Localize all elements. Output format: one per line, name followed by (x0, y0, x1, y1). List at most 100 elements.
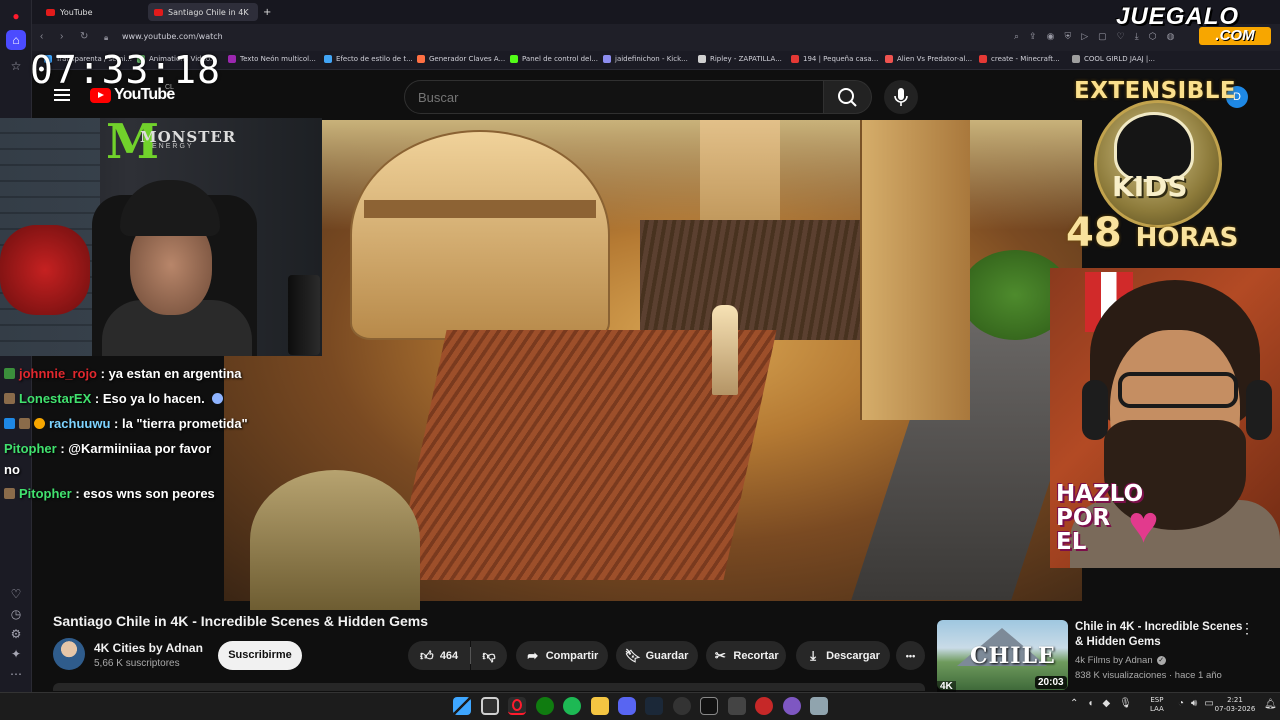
heart-icon: ♥ (1128, 496, 1159, 554)
badge-icon (4, 368, 15, 379)
tray-app-icon[interactable]: ◆ (1102, 698, 1110, 709)
clip-button[interactable]: ✂ Recortar (706, 641, 786, 670)
description-box[interactable] (53, 683, 925, 691)
bookmark-item[interactable]: Alien Vs Predator-al... (885, 55, 972, 63)
webcam-can (288, 275, 320, 355)
profile-icon[interactable]: ◍ (1167, 31, 1175, 43)
save-button[interactable]: 🔖︎ Guardar (616, 641, 698, 670)
discord-icon[interactable] (618, 697, 636, 715)
language-indicator[interactable]: ESP LAA (1150, 696, 1164, 714)
hours-word: HORAS (1135, 223, 1239, 253)
bookmark-item[interactable]: create - Minecraft... (979, 55, 1060, 63)
play-icon[interactable]: ▷ (1081, 31, 1088, 43)
badge-icon (4, 418, 15, 429)
microphone-icon[interactable]: 🎙︎ (1119, 698, 1132, 709)
search-icon[interactable]: ⌕ (1014, 31, 1019, 43)
xbox-icon[interactable] (536, 697, 554, 715)
volume-icon: 🔊︎ (1191, 698, 1198, 709)
chat-text: Eso ya lo hacen. (102, 391, 205, 406)
search-box (404, 80, 824, 114)
star-icon[interactable]: ☆ (6, 56, 26, 76)
chat-text: la "tierra prometida" (121, 416, 248, 431)
tab-bar: YouTube Santiago Chile in 4K + (32, 0, 1280, 24)
tab-santiago[interactable]: Santiago Chile in 4K (148, 3, 258, 21)
tab-youtube[interactable]: YouTube (40, 3, 144, 21)
channel-avatar[interactable] (53, 638, 85, 670)
hours-number: 48 (1066, 210, 1122, 256)
webcam-plush (0, 225, 90, 315)
clock-date[interactable]: 2:21 07-03-2026 (1212, 696, 1258, 714)
badge-icon (34, 418, 45, 429)
url-field[interactable]: www.youtube.com/watch (122, 32, 223, 41)
verified-icon: ✓ (1156, 656, 1166, 665)
task-view-icon[interactable] (481, 697, 499, 715)
bookmark-item[interactable]: Efecto de estilo de t... (324, 55, 413, 63)
more-actions-button[interactable]: ••• (896, 641, 925, 670)
download-icon[interactable]: ⤓ (1135, 31, 1139, 43)
dislike-button[interactable]: 👎︎ (471, 641, 507, 670)
channel-name[interactable]: 4K Cities by Adnan (94, 641, 203, 655)
camera-icon[interactable]: ◉ (1047, 31, 1055, 43)
video-tower (860, 120, 970, 420)
chat-message: Pitopher : esos wns son peores (4, 486, 215, 501)
bookmark-item[interactable]: Generador Claves A... (417, 55, 505, 63)
reload-icon[interactable]: ↻ (80, 31, 88, 42)
history-icon[interactable]: ◷ (6, 604, 26, 624)
minecraft-icon[interactable] (728, 697, 746, 715)
notification-icon[interactable]: 🔔︎ (1264, 699, 1277, 710)
hours-label: 48 HORAS (1066, 210, 1238, 256)
steam-icon[interactable] (645, 697, 663, 715)
app-icon[interactable] (783, 697, 801, 715)
chat-user: rachuuwu (49, 416, 111, 431)
share-icon[interactable]: ⇪ (1029, 31, 1037, 43)
obs-icon[interactable] (673, 697, 691, 715)
heart-icon[interactable]: ♡ (1117, 31, 1125, 43)
like-button[interactable]: 👍︎ 464 (408, 641, 470, 670)
file-explorer-icon[interactable] (591, 697, 609, 715)
bookmark-item[interactable]: 194 | Pequeña casa... (791, 55, 878, 63)
search-input[interactable] (405, 81, 823, 113)
tray-app-icon[interactable]: ◖ (1087, 698, 1093, 709)
forward-icon[interactable]: › (60, 31, 63, 42)
share-button[interactable]: ➦ Compartir (516, 641, 608, 670)
capcut-icon[interactable] (700, 697, 718, 715)
notepad-icon[interactable] (810, 697, 828, 715)
home-icon[interactable]: ⌂ (6, 30, 26, 50)
tray-status[interactable]: ◔ 🔊︎ ▭ (1178, 698, 1214, 709)
box-icon[interactable]: ▢ (1098, 31, 1107, 43)
cube-icon[interactable]: ⬡ (1149, 31, 1157, 43)
avatar-glasses (1118, 372, 1238, 408)
bookmark-item[interactable]: COOL GIRLD JAAJ |... (1072, 55, 1155, 63)
bulb-icon[interactable]: ✦ (6, 644, 26, 664)
heart-icon[interactable]: ♡ (6, 584, 26, 604)
extensible-label: EXTENSIBLE (1074, 78, 1237, 104)
download-button[interactable]: ⤓ Descargar (796, 641, 890, 670)
bookmark-item[interactable]: jaidefinichon - Kick... (603, 55, 688, 63)
chevron-up-icon[interactable]: ⌃ (1070, 698, 1078, 709)
more-icon[interactable]: ⋯ (6, 664, 26, 684)
back-icon[interactable]: ‹ (40, 31, 43, 42)
search-button[interactable] (824, 80, 872, 114)
windows-start-icon[interactable] (453, 697, 471, 715)
bookmark-item[interactable]: Texto Neón multicol... (228, 55, 316, 63)
recommendation-menu-icon[interactable]: ⋮ (1240, 620, 1254, 637)
monster-subtitle: ENERGY (152, 143, 194, 150)
opera-logo-icon[interactable]: ● (6, 6, 26, 26)
app-icon[interactable] (755, 697, 773, 715)
search-icon (838, 88, 857, 107)
recommendation-title[interactable]: Chile in 4K - Incredible Scenes & Hidden… (1075, 620, 1245, 650)
subscribe-button[interactable]: Suscribirme (218, 641, 302, 670)
spotify-icon[interactable] (563, 697, 581, 715)
wifi-icon: ◔ (1178, 698, 1185, 709)
bookmark-item[interactable]: Ripley - ZAPATILLA... (698, 55, 782, 63)
opera-taskbar-icon[interactable] (508, 697, 526, 715)
new-tab-button[interactable]: + (260, 3, 274, 21)
bookmark-item[interactable]: Panel de control del... (510, 55, 598, 63)
chat-user: Pitopher (19, 486, 72, 501)
video-dome (350, 130, 610, 340)
recommendation-channel[interactable]: 4k Films by Adnan ✓ (1075, 655, 1166, 666)
settings-icon[interactable]: ⚙ (6, 624, 26, 644)
shield-icon[interactable]: ⛨ (1064, 31, 1071, 43)
voice-search-button[interactable] (884, 80, 918, 114)
chat-message: johnnie_rojo : ya estan en argentina (4, 366, 242, 381)
